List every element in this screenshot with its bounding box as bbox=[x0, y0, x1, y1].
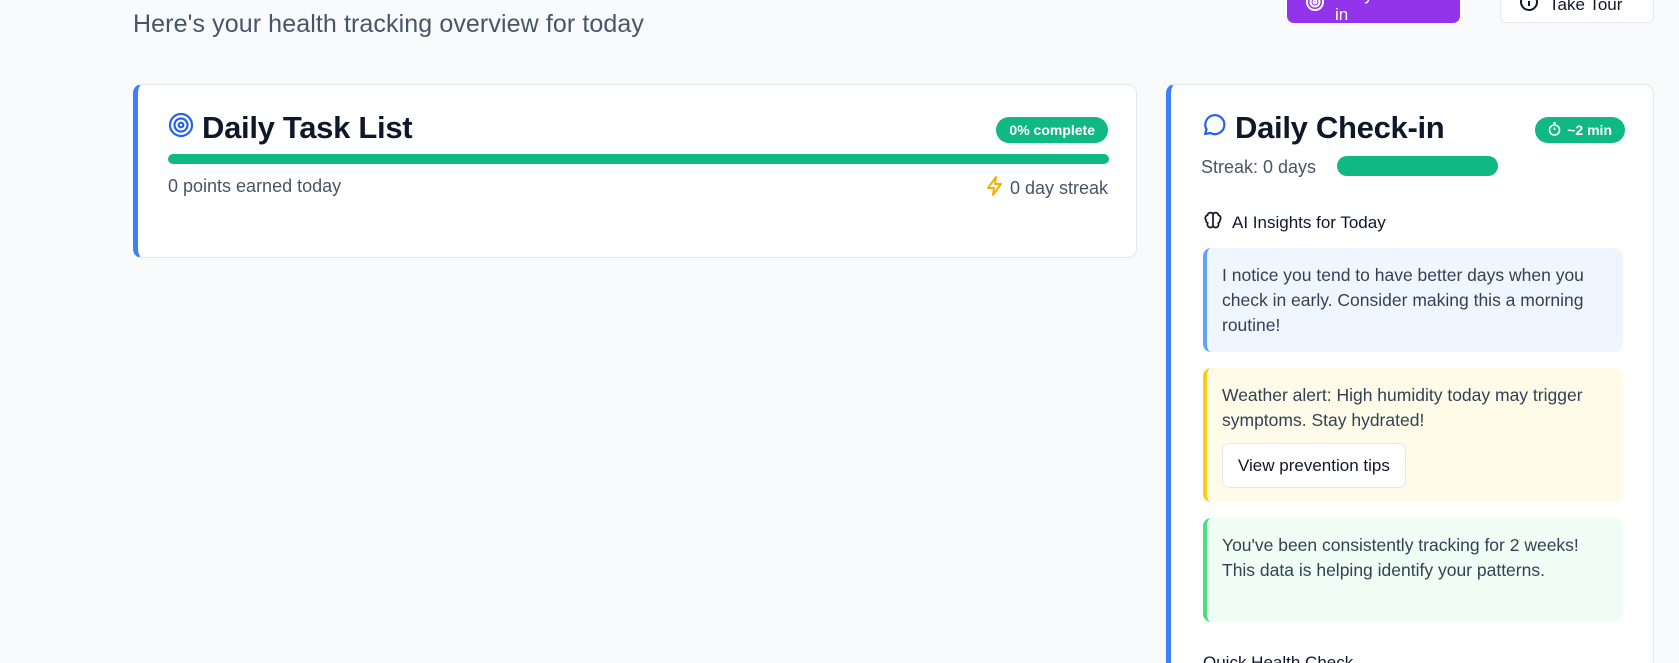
time-badge-text: ~2 min bbox=[1567, 122, 1612, 138]
take-tour-button[interactable]: Take Tour bbox=[1500, 0, 1654, 23]
streak-text: 0 day streak bbox=[1009, 178, 1108, 198]
info-circle-icon bbox=[1519, 0, 1539, 17]
insight-card-weather-alert: Weather alert: High humidity today may t… bbox=[1203, 368, 1623, 502]
target-icon bbox=[1305, 0, 1325, 17]
checkin-streak-bar bbox=[1337, 156, 1498, 176]
timer-icon bbox=[1548, 121, 1561, 139]
ai-insights-heading: AI Insights for Today bbox=[1203, 210, 1386, 235]
checkin-title: Daily Check-in bbox=[1201, 110, 1445, 146]
insight-text: Weather alert: High humidity today may t… bbox=[1222, 385, 1583, 430]
daily-checkin-button-label: Daily Check-in bbox=[1335, 0, 1431, 24]
insight-card-tracking-streak: You've been consistently tracking for 2 … bbox=[1203, 518, 1623, 622]
task-list-title-text: Daily Task List bbox=[202, 110, 413, 145]
streak-indicator: 0 day streak bbox=[986, 176, 1108, 201]
insight-text: I notice you tend to have better days wh… bbox=[1222, 265, 1584, 335]
target-icon bbox=[168, 110, 194, 146]
chat-bubble-icon bbox=[1201, 110, 1227, 146]
points-earned-text: 0 points earned today bbox=[168, 176, 342, 196]
ai-insights-heading-text: AI Insights for Today bbox=[1232, 212, 1386, 232]
completion-badge: 0% complete bbox=[996, 117, 1108, 143]
daily-checkin-card: Daily Check-in ~2 min Streak: 0 days AI … bbox=[1166, 84, 1654, 663]
checkin-streak-text: Streak: 0 days bbox=[1201, 157, 1317, 177]
view-prevention-tips-button[interactable]: View prevention tips bbox=[1222, 443, 1406, 488]
task-list-title: Daily Task List bbox=[168, 110, 413, 146]
quick-health-check-heading: Quick Health Check bbox=[1203, 653, 1354, 663]
page-subtitle: Here's your health tracking overview for… bbox=[133, 10, 644, 38]
insight-text: You've been consistently tracking for 2 … bbox=[1222, 535, 1579, 580]
task-progress-bar bbox=[168, 154, 1109, 164]
lightning-icon bbox=[986, 176, 1004, 201]
insight-card-early-checkin: I notice you tend to have better days wh… bbox=[1203, 248, 1623, 352]
take-tour-button-label: Take Tour bbox=[1549, 0, 1623, 14]
time-badge: ~2 min bbox=[1535, 117, 1625, 143]
brain-icon bbox=[1203, 210, 1223, 235]
daily-task-list-card: Daily Task List 0% complete 0 points ear… bbox=[133, 84, 1137, 258]
daily-checkin-button[interactable]: Daily Check-in bbox=[1287, 0, 1460, 24]
checkin-title-text: Daily Check-in bbox=[1235, 110, 1445, 145]
